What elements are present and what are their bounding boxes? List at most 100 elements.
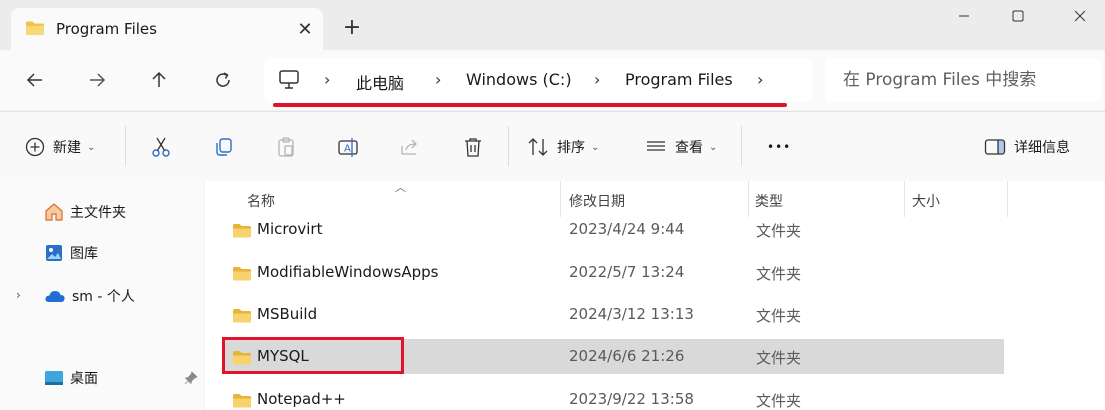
file-name: Microvirt	[257, 220, 323, 238]
breadcrumb-separator[interactable]: ›	[594, 70, 600, 89]
up-button[interactable]	[141, 64, 177, 96]
file-date: 2024/3/12 13:13	[569, 305, 694, 323]
trash-icon	[465, 138, 481, 157]
table-row[interactable]: Notepad++ 2023/9/22 13:58 文件夹	[222, 382, 1004, 410]
file-type: 文件夹	[756, 392, 802, 410]
sidebar-item-label: sm - 个人	[72, 289, 135, 305]
file-name: ModifiableWindowsApps	[257, 263, 439, 281]
tab-program-files[interactable]: Program Files ✕	[11, 8, 323, 50]
refresh-icon	[216, 72, 230, 87]
chevron-down-icon: ⌄	[87, 141, 96, 153]
details-pane-button[interactable]: 详细信息	[984, 132, 1070, 162]
forward-button[interactable]	[79, 64, 115, 96]
file-type: 文件夹	[756, 349, 802, 367]
arrow-right-icon	[90, 73, 106, 87]
title-bar: Program Files ✕ +	[0, 0, 1105, 50]
file-type: 文件夹	[756, 222, 802, 240]
new-button-label: 新建	[53, 140, 81, 156]
column-header-date[interactable]: 修改日期	[569, 191, 625, 211]
copy-button[interactable]	[213, 132, 235, 162]
close-window-button[interactable]	[1060, 2, 1100, 30]
folder-icon	[26, 21, 44, 35]
file-date: 2024/6/6 21:26	[569, 347, 685, 365]
paste-button[interactable]	[275, 132, 297, 162]
breadcrumb-windows-c[interactable]: Windows (C:)	[466, 70, 572, 89]
file-date: 2023/9/22 13:58	[569, 390, 694, 408]
file-list: ︿ 名称 修改日期 类型 大小 Microvirt 2023/4/24 9:44…	[205, 181, 1105, 410]
breadcrumb-separator[interactable]: ›	[435, 70, 441, 89]
file-date: 2023/4/24 9:44	[569, 220, 685, 238]
chevron-down-icon: ⌄	[709, 141, 718, 153]
view-button[interactable]: 查看 ⌄	[645, 132, 717, 162]
maximize-button[interactable]	[998, 2, 1038, 30]
view-list-icon	[647, 141, 665, 151]
address-highlight-underline	[273, 103, 787, 107]
file-type: 文件夹	[756, 265, 802, 283]
delete-button[interactable]	[462, 132, 484, 162]
sidebar-item-home[interactable]: 主文件夹	[44, 200, 126, 224]
desktop-icon	[45, 371, 63, 385]
chevron-right-icon[interactable]: ›	[16, 288, 21, 302]
sort-button-label: 排序	[557, 140, 585, 156]
gallery-icon	[46, 245, 62, 261]
pin-icon[interactable]	[184, 371, 198, 385]
more-icon: •••	[767, 140, 792, 154]
sort-ascending-icon: ︿	[395, 181, 406, 194]
column-header-size[interactable]: 大小	[912, 191, 940, 211]
sort-button[interactable]: 排序 ⌄	[527, 132, 599, 162]
new-tab-button[interactable]: +	[340, 16, 364, 40]
minimize-button[interactable]	[944, 2, 984, 30]
folder-icon	[233, 224, 251, 238]
plus-circle-icon	[25, 137, 45, 157]
computer-icon	[279, 70, 299, 89]
tab-title: Program Files	[56, 20, 157, 38]
more-options-button[interactable]: •••	[767, 132, 791, 162]
table-row[interactable]: Microvirt 2023/4/24 9:44 文件夹	[222, 212, 1004, 247]
back-button[interactable]	[17, 64, 53, 96]
sidebar-item-desktop[interactable]: 桌面	[44, 366, 98, 390]
rename-icon: A	[338, 138, 358, 157]
sidebar-item-onedrive[interactable]: sm - 个人	[44, 284, 135, 308]
toolbar-divider	[508, 126, 509, 166]
cut-button[interactable]	[150, 132, 172, 162]
minimize-icon	[959, 15, 969, 17]
table-row[interactable]: ModifiableWindowsApps 2022/5/7 13:24 文件夹	[222, 255, 1004, 290]
column-header-name[interactable]: 名称	[247, 191, 275, 211]
maximize-icon	[1012, 10, 1024, 22]
cloud-icon	[45, 291, 65, 302]
share-button[interactable]	[399, 132, 421, 162]
rename-button[interactable]: A	[337, 132, 359, 162]
breadcrumb-this-pc[interactable]: 此电脑	[356, 70, 404, 94]
copy-icon	[216, 138, 232, 156]
scissors-icon	[152, 137, 170, 157]
file-name: Notepad++	[257, 390, 346, 408]
breadcrumb-separator[interactable]: ›	[757, 70, 763, 89]
close-icon	[1074, 10, 1086, 22]
file-name: MSBuild	[257, 305, 318, 323]
column-divider[interactable]	[1007, 181, 1008, 217]
address-bar[interactable]: › 此电脑 › Windows (C:) › Program Files ›	[264, 58, 812, 102]
details-pane-icon	[984, 139, 1006, 155]
file-date: 2022/5/7 13:24	[569, 263, 685, 281]
new-button[interactable]: 新建 ⌄	[25, 132, 95, 162]
sidebar-item-label: 桌面	[70, 371, 98, 387]
column-header-type[interactable]: 类型	[755, 191, 783, 211]
svg-text:A: A	[344, 144, 351, 155]
home-icon	[45, 203, 63, 221]
sidebar-item-label: 图库	[70, 246, 98, 262]
folder-icon	[233, 309, 251, 323]
clipboard-icon	[278, 137, 294, 157]
sidebar-item-label: 主文件夹	[70, 205, 126, 221]
refresh-button[interactable]	[205, 64, 241, 96]
selection-highlight-box	[222, 337, 404, 374]
file-type: 文件夹	[756, 307, 802, 325]
table-row[interactable]: MSBuild 2024/3/12 13:13 文件夹	[222, 297, 1004, 332]
breadcrumb-separator[interactable]: ›	[324, 70, 330, 89]
sidebar-item-gallery[interactable]: 图库	[44, 241, 98, 265]
share-icon	[401, 139, 417, 155]
folder-icon	[233, 394, 251, 408]
search-input[interactable]	[825, 58, 1101, 102]
tab-close-icon[interactable]: ✕	[293, 17, 317, 41]
command-bar: 新建 ⌄ A 排序 ⌄ 查看 ⌄ ••• 详细信息	[0, 111, 1105, 181]
breadcrumb-program-files[interactable]: Program Files	[625, 70, 733, 89]
